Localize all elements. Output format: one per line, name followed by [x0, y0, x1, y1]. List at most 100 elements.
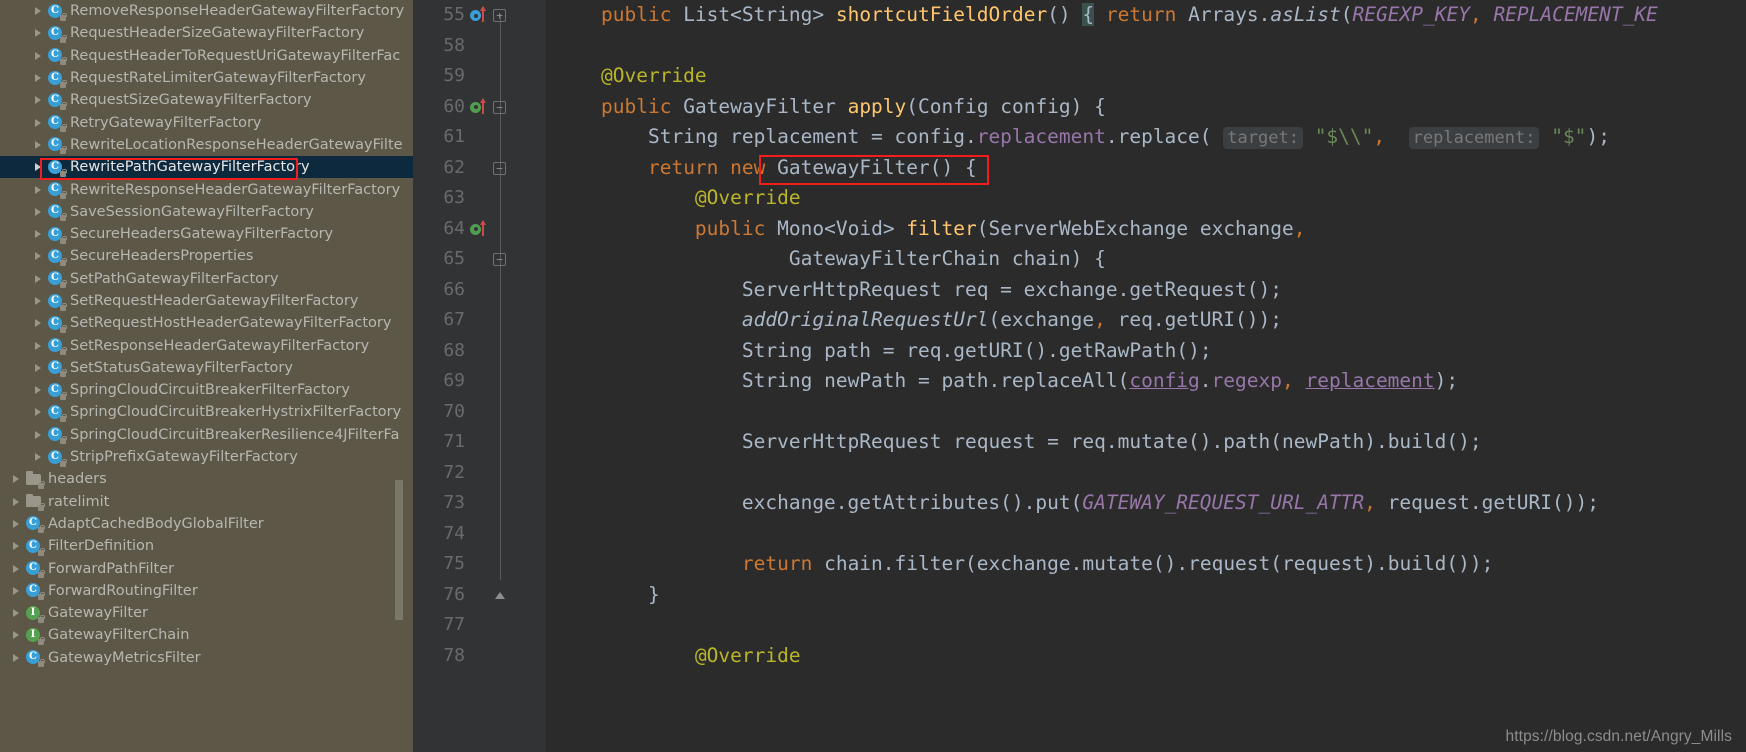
implementing-method-marker[interactable] — [470, 219, 490, 238]
gutter-row[interactable]: 73 — [413, 488, 546, 519]
code-line[interactable]: ServerHttpRequest req = exchange.getRequ… — [546, 275, 1746, 306]
tree-item[interactable]: C SaveSessionGatewayFilterFactory — [0, 201, 413, 223]
code-line[interactable] — [546, 31, 1746, 62]
tree-item[interactable]: C RequestHeaderSizeGatewayFilterFactory — [0, 22, 413, 44]
expand-arrow-icon[interactable] — [32, 295, 45, 308]
gutter-row[interactable]: 78 — [413, 641, 546, 672]
expand-arrow-icon[interactable] — [32, 161, 45, 174]
code-line[interactable] — [546, 519, 1746, 550]
tree-item[interactable]: C RequestRateLimiterGatewayFilterFactory — [0, 67, 413, 89]
code-line[interactable]: exchange.getAttributes().put(GATEWAY_REQ… — [546, 488, 1746, 519]
fold-end-icon[interactable] — [493, 589, 506, 602]
code-line[interactable] — [546, 458, 1746, 489]
expand-arrow-icon[interactable] — [10, 517, 23, 530]
code-line[interactable]: } — [546, 580, 1746, 611]
expand-arrow-icon[interactable] — [32, 138, 45, 151]
code-line[interactable] — [546, 397, 1746, 428]
code-line[interactable] — [546, 610, 1746, 641]
expand-arrow-icon[interactable] — [10, 607, 23, 620]
tree-scrollbar-track[interactable] — [395, 0, 408, 752]
tree-item[interactable]: C RewriteResponseHeaderGatewayFilterFacto… — [0, 178, 413, 200]
gutter-row[interactable]: 76 — [413, 580, 546, 611]
code-line[interactable]: String path = req.getURI().getRawPath(); — [546, 336, 1746, 367]
overriding-method-marker[interactable] — [470, 6, 490, 24]
code-line[interactable]: @Override — [546, 61, 1746, 92]
gutter-row[interactable]: 68 — [413, 336, 546, 367]
gutter-row[interactable]: 74 — [413, 519, 546, 550]
code-line[interactable]: addOriginalRequestUrl(exchange, req.getU… — [546, 305, 1746, 336]
expand-arrow-icon[interactable] — [32, 205, 45, 218]
tree-item[interactable]: headers — [0, 468, 413, 490]
tree-item[interactable]: C ForwardRoutingFilter — [0, 580, 413, 602]
expand-arrow-icon[interactable] — [10, 651, 23, 664]
gutter-row[interactable]: 62 − — [413, 153, 546, 184]
expand-arrow-icon[interactable] — [32, 250, 45, 263]
gutter-row[interactable]: 75 — [413, 549, 546, 580]
expand-arrow-icon[interactable] — [32, 228, 45, 241]
expand-arrow-icon[interactable] — [10, 629, 23, 642]
tree-item[interactable]: C SpringCloudCircuitBreakerFilterFactory — [0, 379, 413, 401]
gutter-row[interactable]: 59 — [413, 61, 546, 92]
code-line[interactable]: ServerHttpRequest request = req.mutate()… — [546, 427, 1746, 458]
expand-arrow-icon[interactable] — [10, 562, 23, 575]
tree-item[interactable]: C RetryGatewayFilterFactory — [0, 111, 413, 133]
tree-item[interactable]: C SetRequestHostHeaderGatewayFilterFactor… — [0, 312, 413, 334]
fold-collapse-icon[interactable]: − — [493, 100, 506, 114]
expand-arrow-icon[interactable] — [10, 473, 23, 486]
tree-item[interactable]: ratelimit — [0, 491, 413, 513]
expand-arrow-icon[interactable] — [32, 361, 45, 374]
tree-item[interactable]: I GatewayFilter — [0, 602, 413, 624]
tree-item[interactable]: C AdaptCachedBodyGlobalFilter — [0, 513, 413, 535]
gutter-row[interactable]: 55 + — [413, 0, 546, 31]
tree-item[interactable]: C ForwardPathFilter — [0, 557, 413, 579]
gutter-row[interactable]: 67 — [413, 305, 546, 336]
tree-scrollbar-thumb[interactable] — [395, 480, 403, 620]
tree-item[interactable]: C RequestSizeGatewayFilterFactory — [0, 89, 413, 111]
tree-item[interactable]: C RewritePathGatewayFilterFactory — [0, 156, 413, 179]
code-line[interactable]: public Mono<Void> filter(ServerWebExchan… — [546, 214, 1746, 245]
gutter-row[interactable]: 60 − — [413, 92, 546, 123]
code-line[interactable]: public GatewayFilter apply(Config config… — [546, 92, 1746, 123]
fold-collapse-icon[interactable]: − — [493, 161, 506, 175]
expand-arrow-icon[interactable] — [10, 584, 23, 597]
gutter-row[interactable]: 66 — [413, 275, 546, 306]
expand-arrow-icon[interactable] — [32, 451, 45, 464]
tree-item[interactable]: C SecureHeadersProperties — [0, 245, 413, 267]
tree-item[interactable]: C RequestHeaderToRequestUriGatewayFilterF… — [0, 45, 413, 67]
code-line[interactable]: String newPath = path.replaceAll(config.… — [546, 366, 1746, 397]
tree-item[interactable]: C RewriteLocationResponseHeaderGatewayFil… — [0, 134, 413, 156]
expand-arrow-icon[interactable] — [32, 384, 45, 397]
tree-item[interactable]: C SetResponseHeaderGatewayFilterFactory — [0, 334, 413, 356]
tree-item[interactable]: C StripPrefixGatewayFilterFactory — [0, 446, 413, 468]
expand-arrow-icon[interactable] — [32, 72, 45, 85]
expand-arrow-icon[interactable] — [32, 339, 45, 352]
tree-item[interactable]: C SpringCloudCircuitBreakerResilience4JFi… — [0, 424, 413, 446]
expand-arrow-icon[interactable] — [32, 428, 45, 441]
gutter-row[interactable]: 71 — [413, 427, 546, 458]
expand-arrow-icon[interactable] — [10, 495, 23, 508]
tree-item[interactable]: C SetPathGatewayFilterFactory — [0, 268, 413, 290]
tree-item[interactable]: C SetRequestHeaderGatewayFilterFactory — [0, 290, 413, 312]
code-line[interactable]: @Override — [546, 641, 1746, 672]
code-line[interactable]: return chain.filter(exchange.mutate().re… — [546, 549, 1746, 580]
gutter-row[interactable]: 63 — [413, 183, 546, 214]
gutter-row[interactable]: 70 — [413, 397, 546, 428]
expand-arrow-icon[interactable] — [32, 272, 45, 285]
gutter-row[interactable]: 72 — [413, 458, 546, 489]
expand-arrow-icon[interactable] — [10, 540, 23, 553]
tree-item[interactable]: I GatewayFilterChain — [0, 624, 413, 646]
gutter-row[interactable]: 69 — [413, 366, 546, 397]
expand-arrow-icon[interactable] — [32, 116, 45, 129]
expand-arrow-icon[interactable] — [32, 183, 45, 196]
gutter-row[interactable]: 65 − — [413, 244, 546, 275]
fold-collapse-icon[interactable]: − — [493, 253, 506, 266]
project-tree-panel[interactable]: C RemoveResponseHeaderGatewayFilterFactor… — [0, 0, 413, 752]
gutter-row[interactable]: 58 — [413, 31, 546, 62]
tree-item[interactable]: C SpringCloudCircuitBreakerHystrixFilterF… — [0, 401, 413, 423]
code-line[interactable]: @Override — [546, 183, 1746, 214]
code-line[interactable]: return new GatewayFilter() { — [546, 153, 1746, 184]
expand-arrow-icon[interactable] — [32, 317, 45, 330]
code-editor-panel[interactable]: 55 +58 59 60 − 61 62 − 63 64 65 − 66 67 68 69 70 71 72 73 74… — [413, 0, 1746, 752]
code-line[interactable]: GatewayFilterChain chain) { — [546, 244, 1746, 275]
implementing-method-marker[interactable] — [470, 97, 490, 116]
